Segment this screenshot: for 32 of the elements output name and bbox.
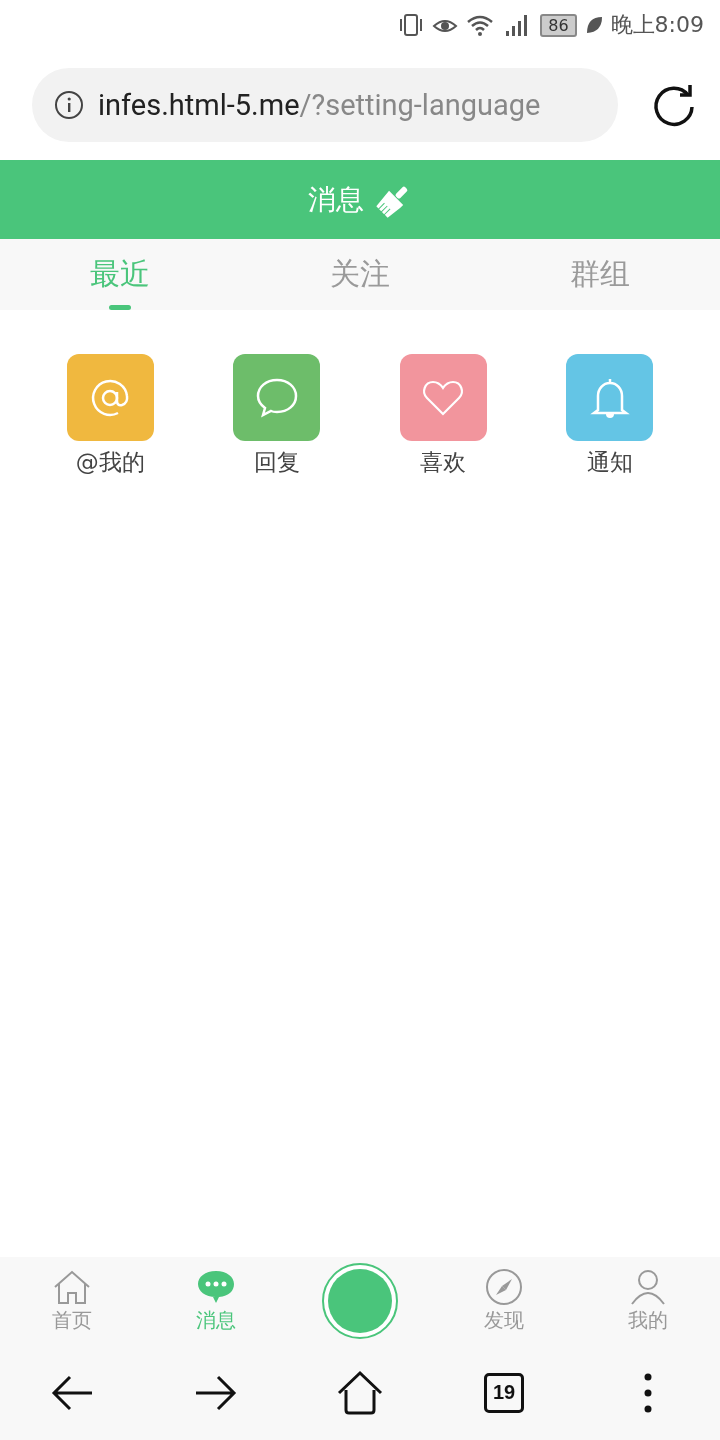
- tab-count-button[interactable]: 19: [484, 1372, 524, 1413]
- info-icon: [54, 90, 84, 120]
- shortcut-label: 通知: [586, 448, 633, 477]
- page-title: 消息: [308, 181, 364, 218]
- nav-item[interactable]: 消息: [144, 1257, 288, 1345]
- shortcut-item[interactable]: @我的: [27, 354, 194, 478]
- person-icon: [628, 1268, 668, 1305]
- battery-indicator: 86: [540, 13, 577, 37]
- shortcut-label: 喜欢: [420, 448, 467, 477]
- nav-item[interactable]: 发现: [432, 1257, 576, 1345]
- tab-indicator: [109, 305, 131, 310]
- house-icon: [52, 1268, 92, 1305]
- nav-item[interactable]: 我的: [576, 1257, 720, 1345]
- tab[interactable]: 群组: [480, 239, 720, 310]
- wifi-icon: [466, 13, 495, 37]
- circle-icon: [321, 1262, 399, 1340]
- tab[interactable]: 最近: [0, 239, 240, 310]
- address-field[interactable]: infes.html-5.me/?setting-language: [32, 68, 618, 142]
- vibrate-icon: [398, 13, 425, 37]
- leaf-icon: [584, 15, 603, 35]
- tab[interactable]: 关注: [240, 239, 480, 310]
- url-text: infes.html-5.me/?setting-language: [98, 88, 541, 122]
- nav-item[interactable]: 首页: [0, 1257, 144, 1345]
- shortcut-item[interactable]: 喜欢: [360, 354, 527, 478]
- shortcut-item[interactable]: 通知: [526, 354, 693, 478]
- clock-time: 晚上8:09: [610, 11, 704, 39]
- compass-icon: [484, 1268, 524, 1305]
- house-icon[interactable]: [336, 1368, 384, 1417]
- shortcut-label: @我的: [75, 448, 145, 477]
- chat-bubble-icon: [196, 1268, 236, 1305]
- shortcut-label: 回复: [253, 448, 300, 477]
- shortcut-item[interactable]: 回复: [193, 354, 360, 478]
